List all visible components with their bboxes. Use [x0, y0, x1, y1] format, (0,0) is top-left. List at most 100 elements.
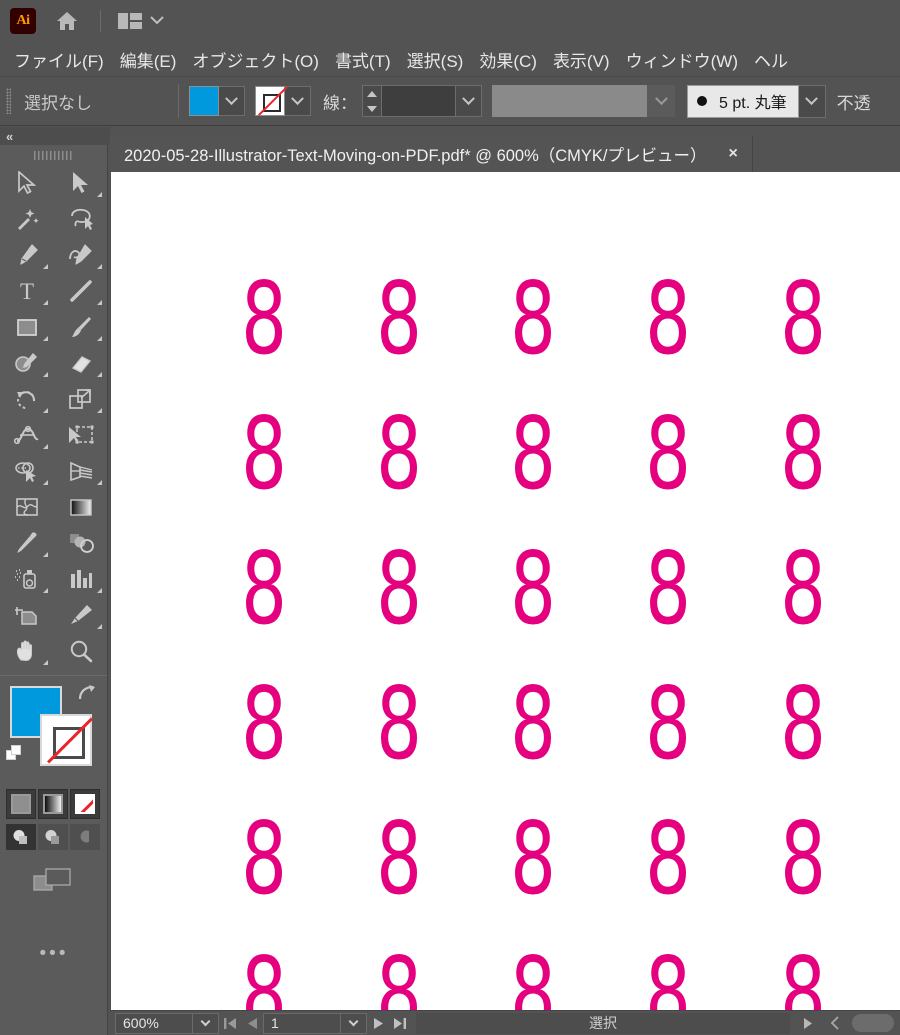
- canvas-glyph[interactable]: 8: [376, 674, 422, 774]
- menu-file[interactable]: ファイル(F): [6, 45, 112, 74]
- canvas-glyph[interactable]: 8: [376, 539, 422, 639]
- artboard-tool[interactable]: [0, 597, 54, 633]
- zoom-tool[interactable]: [54, 633, 108, 669]
- stroke-color-dropdown[interactable]: [285, 86, 311, 116]
- menu-effect[interactable]: 効果(C): [471, 45, 545, 74]
- caret-up-icon[interactable]: [367, 90, 377, 97]
- tools-panel-header[interactable]: «: [0, 127, 110, 145]
- width-tool[interactable]: [0, 417, 54, 453]
- brush-definition-dropdown[interactable]: [798, 84, 826, 118]
- tools-panel-gripper[interactable]: [0, 145, 107, 165]
- symbol-sprayer-tool[interactable]: [0, 561, 54, 597]
- menu-help[interactable]: ヘル: [746, 45, 796, 74]
- previous-page-button[interactable]: [241, 1013, 263, 1034]
- eyedropper-tool[interactable]: [0, 525, 54, 561]
- direct-selection-tool[interactable]: [54, 165, 108, 201]
- rotate-tool[interactable]: [0, 381, 54, 417]
- canvas-glyph[interactable]: 8: [241, 269, 287, 369]
- blend-tool[interactable]: [54, 525, 108, 561]
- canvas-glyph[interactable]: 8: [241, 404, 287, 504]
- stroke-color-control[interactable]: [255, 86, 311, 116]
- canvas-glyph[interactable]: 8: [510, 404, 556, 504]
- lasso-tool[interactable]: [54, 201, 108, 237]
- selection-tool[interactable]: [0, 165, 54, 201]
- stroke-weight-dropdown[interactable]: [456, 85, 482, 117]
- menu-select[interactable]: 選択(S): [399, 45, 472, 74]
- canvas-glyph[interactable]: 8: [376, 944, 422, 1011]
- canvas-glyph[interactable]: 8: [780, 674, 826, 774]
- menu-type[interactable]: 書式(T): [327, 45, 399, 74]
- shape-builder-tool[interactable]: [0, 453, 54, 489]
- canvas-glyph[interactable]: 8: [645, 539, 691, 639]
- canvas-glyph[interactable]: 8: [510, 809, 556, 909]
- canvas-glyph[interactable]: 8: [780, 404, 826, 504]
- artboard-canvas[interactable]: 888888888888888888888888888888: [111, 172, 900, 1010]
- artboard-number-dropdown[interactable]: [341, 1012, 367, 1034]
- document-tab[interactable]: 2020-05-28-Illustrator-Text-Moving-on-PD…: [110, 136, 753, 172]
- canvas-glyph[interactable]: 8: [780, 269, 826, 369]
- artboard-number-input[interactable]: 1: [263, 1012, 341, 1034]
- stroke-color-swatch-large[interactable]: [40, 714, 92, 766]
- collapse-panel-icon[interactable]: «: [6, 130, 13, 143]
- menu-view[interactable]: 表示(V): [545, 45, 618, 74]
- paintbrush-tool[interactable]: [54, 309, 108, 345]
- fill-color-control[interactable]: [189, 86, 245, 116]
- stroke-profile-input[interactable]: [492, 85, 647, 117]
- menu-window[interactable]: ウィンドウ(W): [618, 45, 746, 74]
- rectangle-tool[interactable]: [0, 309, 54, 345]
- canvas-glyph[interactable]: 8: [780, 944, 826, 1011]
- canvas-glyph[interactable]: 8: [780, 809, 826, 909]
- canvas-glyph[interactable]: 8: [376, 809, 422, 909]
- stroke-weight-control[interactable]: [362, 85, 482, 117]
- free-transform-tool[interactable]: [54, 417, 108, 453]
- scale-tool[interactable]: [54, 381, 108, 417]
- eraser-tool[interactable]: [54, 345, 108, 381]
- canvas-glyph[interactable]: 8: [510, 539, 556, 639]
- type-tool[interactable]: T: [0, 273, 54, 309]
- slice-tool[interactable]: [54, 597, 108, 633]
- swap-fill-stroke-icon[interactable]: [77, 684, 97, 707]
- fill-color-dropdown[interactable]: [219, 86, 245, 116]
- arrange-documents-icon[interactable]: [117, 11, 164, 31]
- shaper-tool[interactable]: [0, 345, 54, 381]
- stroke-weight-input[interactable]: [382, 85, 456, 117]
- stroke-profile-dropdown[interactable]: [647, 85, 675, 117]
- curvature-tool[interactable]: [54, 237, 108, 273]
- gradient-tool[interactable]: [54, 489, 108, 525]
- opacity-control[interactable]: 不透: [835, 89, 876, 114]
- close-icon[interactable]: ×: [729, 145, 738, 163]
- canvas-glyph[interactable]: 8: [780, 539, 826, 639]
- hand-tool[interactable]: [0, 633, 54, 669]
- canvas-glyph[interactable]: 8: [645, 674, 691, 774]
- menu-edit[interactable]: 編集(E): [112, 45, 185, 74]
- first-page-button[interactable]: [219, 1013, 241, 1034]
- brush-definition-control[interactable]: 5 pt. 丸筆: [675, 84, 826, 118]
- canvas-glyph[interactable]: 8: [645, 944, 691, 1011]
- zoom-level-dropdown[interactable]: [193, 1012, 219, 1034]
- canvas-glyph[interactable]: 8: [510, 674, 556, 774]
- mesh-tool[interactable]: [0, 489, 54, 525]
- collapse-statusbar-button[interactable]: [824, 1013, 846, 1034]
- fill-color-swatch[interactable]: [189, 86, 219, 116]
- draw-behind-mode[interactable]: [38, 824, 68, 850]
- canvas-glyph[interactable]: 8: [376, 269, 422, 369]
- perspective-grid-tool[interactable]: [54, 453, 108, 489]
- edit-toolbar-icon[interactable]: •••: [0, 943, 108, 965]
- last-page-button[interactable]: [389, 1013, 411, 1034]
- status-play-button[interactable]: [796, 1013, 818, 1034]
- stroke-profile-control[interactable]: [492, 85, 675, 117]
- line-segment-tool[interactable]: [54, 273, 108, 309]
- brush-definition-field[interactable]: 5 pt. 丸筆: [687, 84, 799, 118]
- control-bar-gripper[interactable]: [6, 88, 11, 114]
- menu-object[interactable]: オブジェクト(O): [184, 45, 327, 74]
- fill-mode-none[interactable]: [70, 789, 100, 819]
- canvas-glyph[interactable]: 8: [376, 404, 422, 504]
- draw-normal-mode[interactable]: [6, 824, 36, 850]
- status-indicator[interactable]: 選択: [416, 1012, 790, 1034]
- stroke-color-swatch[interactable]: [255, 86, 285, 116]
- canvas-glyph[interactable]: 8: [241, 539, 287, 639]
- canvas-glyph[interactable]: 8: [241, 674, 287, 774]
- column-graph-tool[interactable]: [54, 561, 108, 597]
- default-fill-stroke-icon[interactable]: [6, 744, 26, 769]
- canvas-glyph[interactable]: 8: [241, 809, 287, 909]
